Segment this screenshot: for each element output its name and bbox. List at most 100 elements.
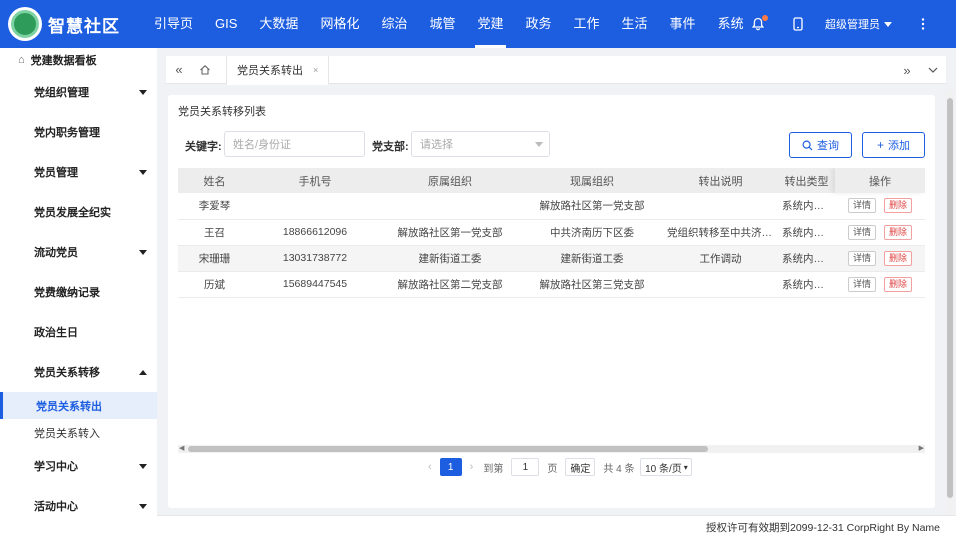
scrollbar-thumb[interactable]	[947, 98, 953, 498]
double-chevron-right-icon[interactable]: »	[894, 56, 920, 84]
chevron-up-icon	[139, 369, 147, 375]
page-label: 页	[547, 463, 558, 475]
table-row[interactable]: 李爱琴 解放路社区第一党支部 系统内转出 详情 删除	[178, 193, 925, 220]
logo[interactable]: 智慧社区	[0, 7, 140, 41]
table-cell: 系统内转出	[778, 245, 835, 272]
keyword-placeholder: 姓名/身份证	[233, 139, 292, 151]
page-1-button[interactable]: 1	[439, 458, 462, 476]
footer: 授权许可有效期到2099-12-31 CorpRight By Name	[157, 515, 956, 537]
add-button[interactable]: + 添加	[862, 132, 925, 158]
scroll-left-icon[interactable]: ◀	[179, 444, 184, 452]
sidebar-item[interactable]: 党组织管理	[0, 72, 157, 112]
table-header: 姓名 手机号 原属组织 现属组织 转出说明 转出类型 操作	[178, 168, 925, 193]
table-cell: 建新街道工委	[521, 245, 663, 272]
add-button-label: 添加	[888, 140, 910, 152]
sidebar-item[interactable]: 政治生日	[0, 312, 157, 352]
sidebar-item[interactable]: 学习中心	[0, 446, 157, 486]
sidebar-subitem[interactable]: 党员关系转入	[0, 419, 157, 446]
nav-item[interactable]: GIS	[207, 0, 245, 48]
sidebar-item[interactable]: 党内职务管理	[0, 112, 157, 152]
tab-party-transfer-out[interactable]: 党员关系转出 ×	[226, 55, 330, 85]
sidebar-item[interactable]: 流动党员	[0, 232, 157, 272]
scroll-right-icon[interactable]: ▶	[919, 444, 924, 452]
nav-item[interactable]: 大数据	[251, 0, 306, 48]
sidebar-item[interactable]: 党员关系转移	[0, 352, 157, 392]
table-cell: 建新街道工委	[379, 245, 521, 272]
keyword-input[interactable]: 姓名/身份证	[224, 131, 365, 157]
nav-item[interactable]: 引导页	[146, 0, 201, 48]
chevron-down-icon	[884, 21, 892, 27]
confirm-button[interactable]: 确定	[565, 458, 596, 476]
user-menu[interactable]: 超级管理员	[825, 16, 892, 32]
search-button[interactable]: 查询	[789, 132, 852, 158]
detail-button[interactable]: 详情	[847, 250, 876, 266]
keyword-label: 关键字:	[185, 141, 222, 153]
table-row[interactable]: 王召 18866612096 解放路社区第一党支部 中共济南历下区委 党组织转移至中共济…	[178, 219, 925, 246]
prev-page-icon[interactable]: ‹	[428, 461, 432, 473]
mobile-icon[interactable]	[785, 11, 811, 37]
detail-button[interactable]: 详情	[847, 276, 876, 292]
sidebar-item-label: 党员发展全纪实	[34, 207, 111, 219]
sidebar-item[interactable]: 党员发展全纪实	[0, 192, 157, 232]
page-size-select[interactable]: 10 条/页 ▾	[640, 458, 693, 476]
goto-label: 到第	[483, 463, 504, 475]
sidebar-item-label: 党建数据看板	[30, 55, 97, 67]
sidebar-item-label: 党员管理	[34, 167, 78, 179]
nav-item[interactable]: 工作	[566, 0, 608, 48]
app-title: 智慧社区	[48, 16, 120, 36]
home-tab-icon[interactable]	[192, 56, 218, 84]
sidebar-subitems: 党员关系转出 党员关系转入	[0, 392, 157, 446]
bell-icon[interactable]	[745, 11, 771, 37]
chevron-down-icon[interactable]	[920, 56, 946, 84]
delete-button[interactable]: 删除	[884, 198, 913, 214]
sidebar-item-dashboard[interactable]: ⌂ 党建数据看板	[0, 48, 157, 72]
main-card: 党员关系转移列表 关键字: 姓名/身份证 党支部: 请选择 查询 + 添加 姓名…	[168, 95, 935, 508]
table-row[interactable]: 历斌 15689447545 解放路社区第二党支部 解放路社区第三党支部 系统内转出 详情…	[178, 271, 925, 298]
search-button-label: 查询	[817, 140, 839, 152]
next-page-icon[interactable]: ›	[470, 461, 474, 473]
nav-item[interactable]: 综治	[373, 0, 415, 48]
sidebar-item[interactable]: 活动中心	[0, 486, 157, 526]
nav-item[interactable]: 党建	[469, 0, 511, 48]
sidebar-item[interactable]: 党员管理	[0, 152, 157, 192]
sidebar-subitem[interactable]: 党员关系转出	[0, 392, 157, 419]
more-icon[interactable]	[910, 11, 936, 37]
sidebar-item-label: 政治生日	[34, 327, 78, 339]
nav-item[interactable]: 网格化	[312, 0, 367, 48]
sidebar-item[interactable]: 党费缴纳记录	[0, 272, 157, 312]
delete-button[interactable]: 删除	[884, 276, 913, 292]
delete-button[interactable]: 删除	[884, 224, 913, 240]
table-cell: 15689447545	[251, 271, 379, 298]
chevron-down-icon	[139, 169, 147, 175]
detail-button[interactable]: 详情	[847, 198, 876, 214]
nav-item[interactable]: 城管	[421, 0, 463, 48]
table-body: 李爱琴 解放路社区第一党支部 系统内转出 详情 删除 王召 18866612096 解放路社区…	[178, 193, 925, 298]
branch-select[interactable]: 请选择	[411, 131, 550, 157]
row-actions: 详情 删除	[835, 245, 925, 272]
table-cell: 解放路社区第三党支部	[521, 271, 663, 298]
nav-item[interactable]: 生活	[614, 0, 656, 48]
pagination: ‹ 1 › 到第 1 页 确定 共 4 条 10 条/页 ▾	[420, 457, 698, 477]
close-icon[interactable]: ×	[313, 65, 318, 75]
branch-label: 党支部:	[372, 141, 409, 153]
horizontal-scrollbar[interactable]: ◀ ▶	[178, 445, 925, 453]
scrollbar-thumb[interactable]	[188, 446, 708, 452]
table-cell: 李爱琴	[178, 193, 251, 220]
delete-button[interactable]: 删除	[884, 250, 913, 266]
card-title: 党员关系转移列表	[178, 106, 266, 118]
sidebar-item-label: 流动党员	[34, 247, 78, 259]
sidebar-items: 党组织管理 党内职务管理党员管理党员发展全纪实 流动党员党费缴纳记录政治生日党员关系…	[0, 72, 157, 392]
double-chevron-left-icon[interactable]: «	[166, 56, 192, 84]
table-row[interactable]: 宋珊珊 13031738772 建新街道工委 建新街道工委 工作调动 系统内转出 详情 删除	[178, 245, 925, 272]
vertical-scrollbar[interactable]	[946, 90, 954, 514]
row-actions: 详情 删除	[835, 219, 925, 246]
nav-item[interactable]: 政务	[518, 0, 560, 48]
sidebar: ⌂ 党建数据看板 党组织管理 党内职务管理党员管理党员发展全纪实 流动党员党费缴纳记…	[0, 48, 157, 537]
table-cell: 系统内转出	[778, 271, 835, 298]
detail-button[interactable]: 详情	[847, 224, 876, 240]
transfer-table: 姓名 手机号 原属组织 现属组织 转出说明 转出类型 操作 李爱琴 解放路社区第一党支部 系统内…	[178, 168, 925, 448]
goto-page-input[interactable]: 1	[511, 458, 540, 476]
table-cell: 党组织转移至中共济南历下区委	[663, 219, 778, 246]
nav-item[interactable]: 事件	[662, 0, 704, 48]
user-name: 超级管理员	[825, 19, 880, 31]
